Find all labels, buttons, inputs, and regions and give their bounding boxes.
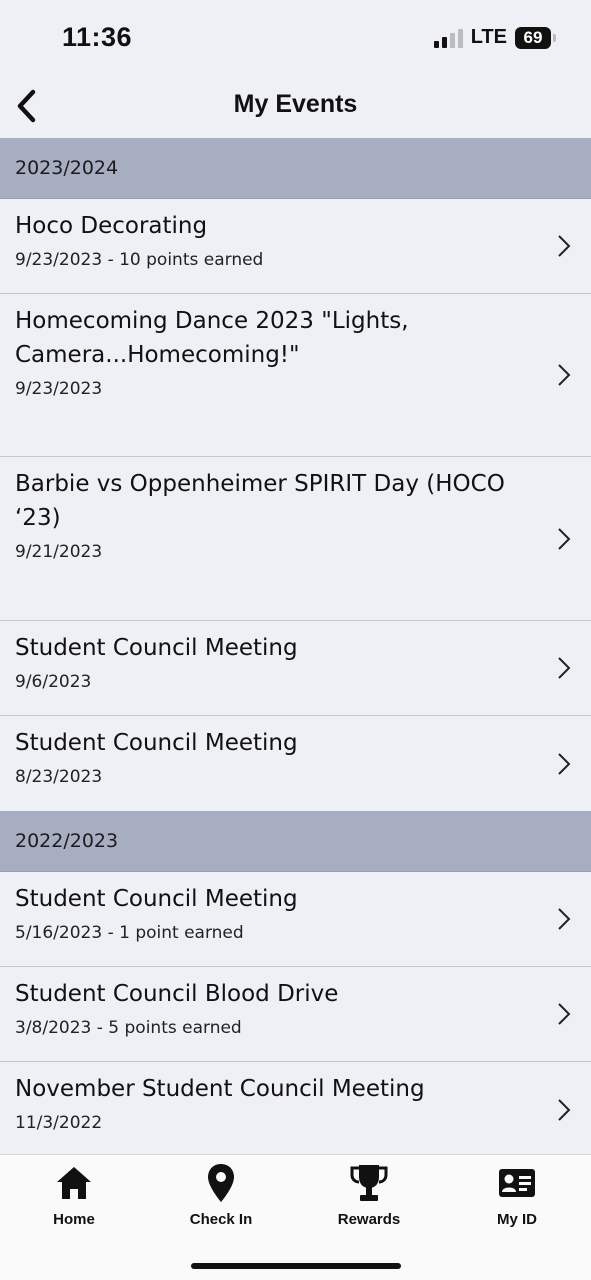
event-subtitle: 5/16/2023 - 1 point earned bbox=[15, 923, 244, 943]
event-row[interactable]: Student Council Meeting 8/23/2023 bbox=[0, 716, 591, 811]
tab-rewards[interactable]: Rewards bbox=[309, 1163, 429, 1228]
tab-check-in[interactable]: Check In bbox=[161, 1163, 281, 1228]
chevron-right-icon bbox=[558, 908, 571, 930]
event-title: Student Council Meeting bbox=[15, 635, 298, 661]
event-title: Student Council Meeting bbox=[15, 886, 298, 912]
home-indicator[interactable] bbox=[191, 1263, 401, 1269]
page-title: My Events bbox=[233, 90, 358, 118]
chevron-right-icon bbox=[558, 235, 571, 257]
tab-label: Home bbox=[53, 1211, 95, 1228]
event-title: Hoco Decorating bbox=[15, 213, 208, 239]
location-pin-icon bbox=[206, 1163, 236, 1203]
tab-bar: Home Check In Rewards My ID bbox=[0, 1154, 591, 1280]
event-row[interactable]: Student Council Meeting 5/16/2023 - 1 po… bbox=[0, 872, 591, 967]
section-header-2022-2023: 2022/2023 bbox=[0, 811, 591, 872]
tab-label: Rewards bbox=[337, 1211, 401, 1228]
chevron-right-icon bbox=[558, 752, 571, 775]
chevron-right-icon bbox=[558, 657, 571, 679]
trophy-icon bbox=[349, 1163, 389, 1203]
event-subtitle: 9/23/2023 - 10 points earned bbox=[15, 250, 264, 270]
events-list[interactable]: 2023/2024 Hoco Decorating 9/23/2023 - 10… bbox=[0, 138, 591, 1154]
event-subtitle: 9/23/2023 bbox=[15, 379, 103, 399]
status-indicators: LTE 69 bbox=[433, 26, 556, 49]
event-row[interactable]: Student Council Meeting 9/6/2023 bbox=[0, 621, 591, 716]
event-row[interactable]: Student Council Blood Drive 3/8/2023 - 5… bbox=[0, 967, 591, 1062]
event-subtitle: 8/23/2023 bbox=[15, 767, 103, 787]
event-subtitle: 11/3/2022 bbox=[15, 1113, 103, 1133]
network-type: LTE bbox=[470, 26, 507, 48]
tab-label: Check In bbox=[189, 1211, 253, 1228]
chevron-right-icon bbox=[558, 1098, 571, 1121]
event-row[interactable]: November Student Council Meeting 11/3/20… bbox=[0, 1062, 591, 1154]
event-row[interactable]: Hoco Decorating 9/23/2023 - 10 points ea… bbox=[0, 199, 591, 294]
chevron-right-icon bbox=[558, 364, 571, 386]
signal-strength-icon bbox=[433, 28, 463, 48]
event-row[interactable]: Homecoming Dance 2023 "Lights, Camera...… bbox=[0, 294, 591, 457]
tab-label: My ID bbox=[496, 1211, 537, 1228]
event-subtitle: 9/6/2023 bbox=[15, 672, 92, 692]
event-row[interactable]: Barbie vs Oppenheimer SPIRIT Day (HOCO ‘… bbox=[0, 457, 591, 621]
tab-my-id[interactable]: My ID bbox=[457, 1163, 577, 1228]
status-bar: 11:36 LTE 69 bbox=[0, 0, 591, 78]
event-title: Student Council Meeting bbox=[15, 730, 298, 756]
status-time: 11:36 bbox=[62, 22, 133, 52]
event-title: Barbie vs Oppenheimer SPIRIT Day (HOCO ‘… bbox=[15, 471, 505, 531]
event-title: Student Council Blood Drive bbox=[15, 981, 339, 1007]
event-title: November Student Council Meeting bbox=[15, 1076, 425, 1102]
navigation-bar: My Events bbox=[0, 78, 591, 138]
id-card-icon bbox=[498, 1163, 536, 1203]
home-icon bbox=[55, 1163, 93, 1203]
chevron-right-icon bbox=[558, 527, 571, 550]
chevron-right-icon bbox=[558, 1003, 571, 1025]
section-header-2023-2024: 2023/2024 bbox=[0, 138, 591, 199]
tab-home[interactable]: Home bbox=[14, 1163, 134, 1228]
battery-level: 69 bbox=[523, 27, 543, 47]
event-subtitle: 9/21/2023 bbox=[15, 542, 103, 562]
battery-icon: 69 bbox=[515, 26, 556, 49]
event-subtitle: 3/8/2023 - 5 points earned bbox=[15, 1018, 242, 1038]
event-title: Homecoming Dance 2023 "Lights, Camera...… bbox=[15, 308, 409, 368]
